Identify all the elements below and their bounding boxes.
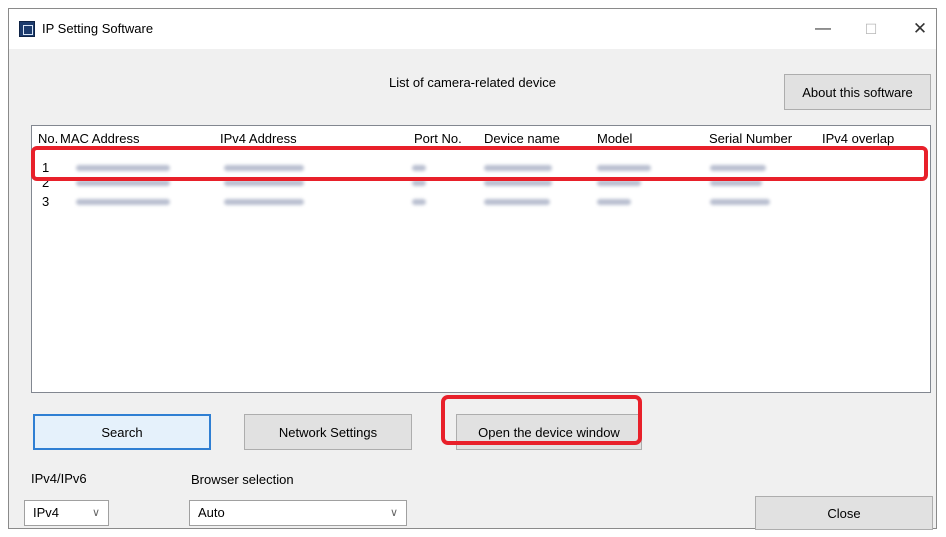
ip-version-select[interactable]: IPv4 ∨ bbox=[24, 500, 109, 526]
column-header-device-name[interactable]: Device name bbox=[484, 126, 560, 151]
open-device-window-button[interactable]: Open the device window bbox=[456, 414, 642, 450]
column-header-no[interactable]: No. bbox=[38, 126, 58, 151]
blurred-value bbox=[710, 165, 766, 171]
blurred-value bbox=[597, 199, 631, 205]
ip-version-label: IPv4/IPv6 bbox=[31, 471, 87, 486]
column-header-mac[interactable]: MAC Address bbox=[60, 126, 139, 151]
blurred-value bbox=[597, 165, 651, 171]
ip-version-value: IPv4 bbox=[33, 505, 60, 520]
column-header-model[interactable]: Model bbox=[597, 126, 632, 151]
maximize-button[interactable]: ☐ bbox=[857, 17, 885, 41]
blurred-value bbox=[224, 180, 304, 186]
blurred-value bbox=[710, 180, 762, 186]
network-settings-button[interactable]: Network Settings bbox=[244, 414, 412, 450]
app-icon bbox=[19, 21, 35, 37]
blurred-value bbox=[484, 199, 550, 205]
chevron-down-icon: ∨ bbox=[91, 507, 100, 519]
device-list[interactable]: No. MAC Address IPv4 Address Port No. De… bbox=[31, 125, 931, 393]
browser-value: Auto bbox=[198, 505, 225, 520]
blurred-value bbox=[76, 199, 170, 205]
row-number: 2 bbox=[42, 175, 50, 190]
column-header-ipv4-overlap[interactable]: IPv4 overlap bbox=[822, 126, 894, 151]
table-row[interactable]: 3 bbox=[32, 192, 930, 211]
search-button[interactable]: Search bbox=[33, 414, 211, 450]
blurred-value bbox=[412, 165, 426, 171]
row-number: 3 bbox=[42, 194, 50, 209]
title-bar[interactable]: IP Setting Software — ☐ ✕ bbox=[9, 9, 936, 49]
blurred-value bbox=[597, 180, 641, 186]
window-title: IP Setting Software bbox=[42, 21, 154, 36]
blurred-value bbox=[412, 199, 426, 205]
chevron-down-icon: ∨ bbox=[389, 507, 398, 519]
blurred-value bbox=[224, 199, 304, 205]
browser-selection-label: Browser selection bbox=[191, 472, 294, 487]
blurred-value bbox=[484, 165, 552, 171]
blurred-value bbox=[484, 180, 552, 186]
close-button[interactable]: Close bbox=[755, 496, 933, 530]
browser-select[interactable]: Auto ∨ bbox=[189, 500, 407, 526]
blurred-value bbox=[76, 180, 170, 186]
about-button[interactable]: About this software bbox=[784, 74, 931, 110]
blurred-value bbox=[412, 180, 426, 186]
blurred-value bbox=[224, 165, 304, 171]
minimize-button[interactable]: — bbox=[809, 17, 837, 41]
column-header-ipv4[interactable]: IPv4 Address bbox=[220, 126, 297, 151]
table-row[interactable]: 2 bbox=[32, 173, 930, 192]
column-header-port[interactable]: Port No. bbox=[414, 126, 462, 151]
blurred-value bbox=[710, 199, 770, 205]
close-window-button[interactable]: ✕ bbox=[906, 17, 934, 41]
blurred-value bbox=[76, 165, 170, 171]
app-window: IP Setting Software — ☐ ✕ List of camera… bbox=[8, 8, 937, 530]
column-header-serial[interactable]: Serial Number bbox=[709, 126, 792, 151]
